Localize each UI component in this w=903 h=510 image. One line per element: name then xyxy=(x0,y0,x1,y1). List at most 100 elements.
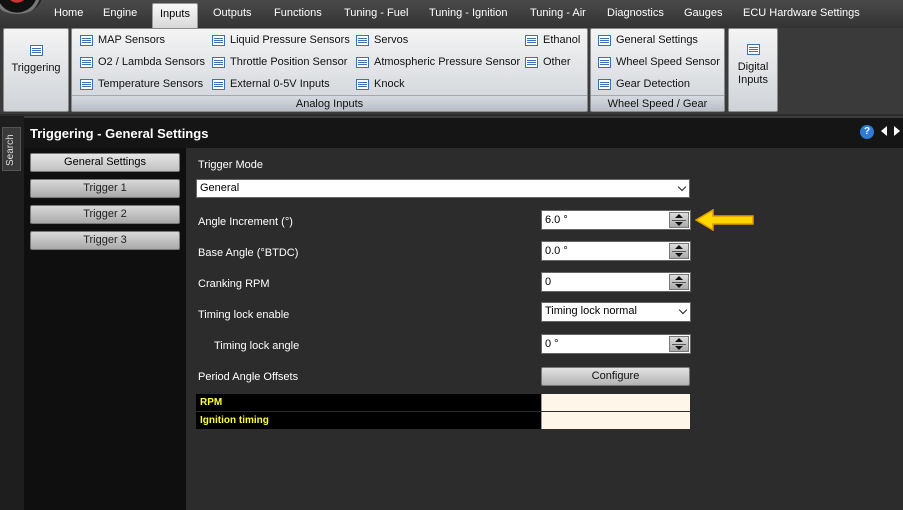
atmospheric-pressure-sensor-button[interactable]: Atmospheric Pressure Sensor xyxy=(356,56,520,68)
ribbon-group-digital-inputs: Digital Inputs xyxy=(728,28,778,112)
arrow-left-icon[interactable] xyxy=(881,126,887,136)
ribbon-group-triggering: Triggering xyxy=(3,28,69,112)
other-label: Other xyxy=(543,56,571,68)
cranking-rpm-value: 0 xyxy=(545,276,552,288)
angle-increment-value: 6.0 ° xyxy=(545,214,568,226)
menu-engine[interactable]: Engine xyxy=(103,7,137,19)
spinner-arrows-icon[interactable] xyxy=(669,243,689,259)
ethanol-button[interactable]: Ethanol xyxy=(525,34,580,46)
top-menu-bar: Home Engine Inputs Outputs Functions Tun… xyxy=(0,0,903,28)
menu-functions[interactable]: Functions xyxy=(274,7,322,19)
general-settings-button[interactable]: General Settings xyxy=(598,34,698,46)
list-icon xyxy=(746,43,760,55)
angle-increment-label: Angle Increment (°) xyxy=(198,216,293,228)
timing-lock-angle-label: Timing lock angle xyxy=(214,340,300,352)
o2-lambda-sensors-button[interactable]: O2 / Lambda Sensors xyxy=(80,56,205,68)
list-icon xyxy=(212,34,225,46)
trigger-mode-value: General xyxy=(200,182,240,194)
timing-lock-enable-select[interactable]: Timing lock normal xyxy=(541,302,691,322)
ignition-timing-row-value-cell[interactable] xyxy=(541,412,690,429)
list-icon xyxy=(80,78,93,90)
base-angle-label: Base Angle (°BTDC) xyxy=(198,247,299,259)
rpm-row-value-cell[interactable] xyxy=(541,394,690,411)
list-icon xyxy=(356,56,369,68)
analog-inputs-group-label: Analog Inputs xyxy=(72,95,587,111)
menu-tuning-ignition[interactable]: Tuning - Ignition xyxy=(429,7,507,19)
menu-tuning-fuel[interactable]: Tuning - Fuel xyxy=(344,7,408,19)
list-icon xyxy=(80,56,93,68)
triggering-button[interactable]: Triggering xyxy=(4,37,68,81)
spinner-arrows-icon[interactable] xyxy=(669,274,689,290)
triggering-label: Triggering xyxy=(11,61,61,74)
wheel-speed-sensor-button[interactable]: Wheel Speed Sensor xyxy=(598,56,720,68)
map-sensors-button[interactable]: MAP Sensors xyxy=(80,34,165,46)
knock-label: Knock xyxy=(374,78,405,90)
menu-inputs[interactable]: Inputs xyxy=(152,3,198,28)
digital-inputs-label: Digital Inputs xyxy=(737,60,769,86)
spinner-arrows-icon[interactable] xyxy=(669,212,689,228)
base-angle-spinner[interactable]: 0.0 ° xyxy=(541,241,691,261)
timing-lock-angle-value: 0 ° xyxy=(545,338,559,350)
table-row: RPM xyxy=(196,394,690,411)
arrow-right-icon[interactable] xyxy=(894,126,900,136)
tab-general-settings[interactable]: General Settings xyxy=(30,153,180,172)
temperature-sensors-button[interactable]: Temperature Sensors xyxy=(80,78,203,90)
cranking-rpm-spinner[interactable]: 0 xyxy=(541,272,691,292)
menu-ecu-hardware-settings[interactable]: ECU Hardware Settings xyxy=(743,7,860,19)
side-strip xyxy=(0,116,24,510)
trigger-mode-select[interactable]: General xyxy=(196,179,690,198)
help-icon[interactable]: ? xyxy=(860,125,874,139)
tab-trigger-1[interactable]: Trigger 1 xyxy=(30,179,180,198)
map-sensors-label: MAP Sensors xyxy=(98,34,166,46)
list-icon xyxy=(598,34,611,46)
gear-detection-label: Gear Detection xyxy=(616,78,690,90)
settings-form: Trigger Mode General Angle Increment (°)… xyxy=(186,148,903,510)
list-icon xyxy=(525,34,538,46)
spinner-arrows-icon[interactable] xyxy=(669,336,689,352)
cranking-rpm-label: Cranking RPM xyxy=(198,278,270,290)
other-button[interactable]: Other xyxy=(525,56,571,68)
temperature-sensors-label: Temperature Sensors xyxy=(98,78,204,90)
ribbon: Triggering MAP Sensors O2 / Lambda Senso… xyxy=(0,28,903,114)
wheel-speed-sensor-label: Wheel Speed Sensor xyxy=(616,56,720,68)
angle-increment-spinner[interactable]: 6.0 ° xyxy=(541,210,691,230)
gear-detection-button[interactable]: Gear Detection xyxy=(598,78,690,90)
list-icon xyxy=(80,34,93,46)
general-settings-label: General Settings xyxy=(616,34,698,46)
list-icon xyxy=(212,56,225,68)
search-tab-label: Search xyxy=(5,134,16,166)
list-icon xyxy=(29,44,43,56)
timing-lock-enable-value: Timing lock normal xyxy=(545,305,637,317)
menu-tuning-air[interactable]: Tuning - Air xyxy=(530,7,586,19)
external-0-5v-inputs-label: External 0-5V Inputs xyxy=(230,78,330,90)
menu-gauges[interactable]: Gauges xyxy=(684,7,723,19)
list-icon xyxy=(598,78,611,90)
ethanol-label: Ethanol xyxy=(543,34,581,46)
ignition-timing-row-label: Ignition timing xyxy=(200,415,269,426)
period-angle-offsets-label: Period Angle Offsets xyxy=(198,371,299,383)
list-icon xyxy=(356,78,369,90)
configure-button[interactable]: Configure xyxy=(541,367,690,386)
timing-lock-enable-label: Timing lock enable xyxy=(198,309,290,321)
menu-home[interactable]: Home xyxy=(54,7,83,19)
knock-button[interactable]: Knock xyxy=(356,78,405,90)
throttle-position-sensor-label: Throttle Position Sensor xyxy=(230,56,348,68)
menu-diagnostics[interactable]: Diagnostics xyxy=(607,7,664,19)
ribbon-group-analog-inputs: MAP Sensors O2 / Lambda Sensors Temperat… xyxy=(71,28,588,112)
timing-lock-angle-spinner[interactable]: 0 ° xyxy=(541,334,691,354)
base-angle-value: 0.0 ° xyxy=(545,245,568,257)
tab-trigger-3[interactable]: Trigger 3 xyxy=(30,231,180,250)
menu-outputs[interactable]: Outputs xyxy=(213,7,252,19)
liquid-pressure-sensors-button[interactable]: Liquid Pressure Sensors xyxy=(212,34,350,46)
digital-inputs-button[interactable]: Digital Inputs xyxy=(729,37,777,93)
tab-trigger-2[interactable]: Trigger 2 xyxy=(30,205,180,224)
servos-label: Servos xyxy=(374,34,409,46)
page-title: Triggering - General Settings xyxy=(30,126,209,141)
app-logo xyxy=(0,0,42,14)
search-tab[interactable]: Search xyxy=(2,127,21,171)
external-0-5v-inputs-button[interactable]: External 0-5V Inputs xyxy=(212,78,330,90)
o2-lambda-sensors-label: O2 / Lambda Sensors xyxy=(98,56,206,68)
servos-button[interactable]: Servos xyxy=(356,34,408,46)
rpm-row-label: RPM xyxy=(200,397,223,408)
throttle-position-sensor-button[interactable]: Throttle Position Sensor xyxy=(212,56,347,68)
